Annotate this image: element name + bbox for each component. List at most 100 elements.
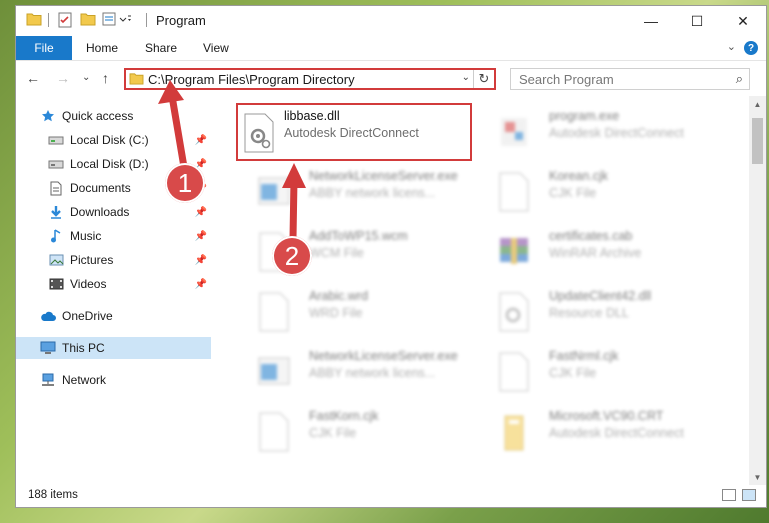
- customize-toolbar-icon[interactable]: [102, 12, 132, 26]
- ribbon-collapse-icon[interactable]: ⌄: [727, 40, 736, 53]
- new-folder-icon[interactable]: [80, 12, 96, 26]
- pin-icon: 📌: [194, 278, 207, 290]
- search-icon[interactable]: ⌕: [736, 71, 743, 87]
- address-bar[interactable]: C:\Program Files\Program Directory ⌄ ↻: [124, 68, 496, 90]
- blank-file-icon: [499, 352, 529, 392]
- sidebar-item-quick-access[interactable]: Quick access: [16, 105, 211, 127]
- back-button[interactable]: ←: [26, 70, 40, 86]
- tab-file[interactable]: File: [16, 36, 72, 60]
- file-type: Autodesk DirectConnect: [549, 126, 684, 140]
- close-button[interactable]: ✕: [720, 6, 766, 36]
- sidebar-item-music[interactable]: Music 📌: [16, 225, 211, 247]
- file-type: WRD File: [309, 306, 363, 320]
- file-type: Resource DLL: [549, 306, 629, 320]
- sidebar-item-label: This PC: [62, 341, 105, 355]
- exe-icon: [501, 118, 527, 146]
- file-type: WCM File: [309, 246, 364, 260]
- item-count: 188 items: [28, 489, 78, 501]
- folder-icon: [504, 415, 524, 451]
- up-button[interactable]: ↑: [102, 70, 109, 86]
- navigation-bar: ← → ⌄ ↑ C:\Program Files\Program Directo…: [16, 61, 766, 95]
- recent-locations-button[interactable]: ⌄: [82, 72, 90, 83]
- sidebar-item-label: Quick access: [62, 109, 134, 123]
- file-type: ABBY network licens...: [309, 186, 436, 200]
- file-item-korean-cjk[interactable]: Korean.cjk CJK File: [491, 166, 731, 218]
- folder-icon: [129, 73, 144, 85]
- sidebar-item-videos[interactable]: Videos 📌: [16, 273, 211, 295]
- qa-properties: [58, 12, 72, 28]
- download-icon: [48, 204, 64, 220]
- sidebar-item-downloads[interactable]: Downloads 📌: [16, 201, 211, 223]
- sidebar-item-network[interactable]: Network: [16, 369, 211, 391]
- file-item-certificates-cab[interactable]: certificates.cab WinRAR Archive: [491, 226, 731, 278]
- file-type: CJK File: [549, 186, 597, 200]
- toolbar-separator: [146, 13, 147, 27]
- computer-icon: [40, 340, 56, 356]
- file-name: NetworkLicenseServer.exe: [309, 349, 458, 363]
- file-item-libbase-dll[interactable]: libbase.dll Autodesk DirectConnect: [236, 103, 472, 161]
- properties-icon[interactable]: [58, 12, 72, 28]
- quick-access-toolbar: [26, 12, 42, 26]
- music-icon: [48, 228, 64, 244]
- videos-icon: [48, 276, 64, 292]
- sidebar-item-label: Documents: [70, 181, 131, 195]
- pictures-icon: [48, 252, 64, 268]
- file-item-fastkorn-cjk[interactable]: FastKorn.cjk CJK File: [251, 406, 491, 458]
- sidebar-item-label: Music: [70, 229, 102, 243]
- file-name: UpdateClient42.dll: [549, 289, 652, 303]
- file-type: CJK File: [549, 366, 597, 380]
- search-box[interactable]: Search Program ⌕: [510, 68, 750, 90]
- dll-gear-icon: [499, 292, 529, 332]
- minimize-button[interactable]: —: [628, 6, 674, 36]
- star-icon: [40, 108, 56, 124]
- file-item-microsoft-vc90-crt[interactable]: Microsoft.VC90.CRT Autodesk DirectConnec…: [491, 406, 731, 458]
- network-icon: [40, 372, 56, 388]
- winrar-icon: [500, 238, 528, 264]
- sidebar-item-label: Local Disk (C:): [70, 133, 149, 147]
- address-path[interactable]: C:\Program Files\Program Directory: [148, 72, 355, 87]
- scroll-thumb[interactable]: [752, 118, 763, 164]
- tab-home[interactable]: Home: [86, 36, 118, 60]
- pin-icon: 📌: [194, 206, 207, 218]
- navigation-pane: Quick access Local Disk (C:) 📌 Local Dis…: [16, 96, 211, 486]
- folder-icon[interactable]: [26, 12, 42, 26]
- refresh-button[interactable]: ↻: [473, 70, 494, 88]
- file-item-networklicenseserver-exe[interactable]: NetworkLicenseServer.exe ABBY network li…: [251, 166, 491, 218]
- sidebar-item-local-disk-c[interactable]: Local Disk (C:) 📌: [16, 129, 211, 151]
- maximize-button[interactable]: ☐: [674, 6, 720, 36]
- address-dropdown-icon[interactable]: ⌄: [462, 72, 470, 83]
- pin-icon: 📌: [194, 134, 207, 146]
- file-type: CJK File: [309, 426, 357, 440]
- qa-new-folder: [80, 12, 96, 26]
- blank-file-icon: [259, 412, 289, 452]
- details-view-icon[interactable]: [722, 489, 736, 501]
- search-input[interactable]: Search Program: [519, 72, 614, 87]
- drive-icon: [48, 156, 64, 172]
- file-name: Arabic.wrd: [309, 289, 369, 303]
- sidebar-item-label: OneDrive: [62, 309, 113, 323]
- vertical-scrollbar[interactable]: ▲ ▼: [749, 96, 766, 486]
- file-item-arabic-wrd[interactable]: Arabic.wrd WRD File: [251, 286, 491, 338]
- file-name: NetworkLicenseServer.exe: [309, 169, 458, 183]
- forward-button[interactable]: →: [56, 70, 70, 86]
- scroll-up-icon[interactable]: ▲: [749, 96, 766, 113]
- scroll-down-icon[interactable]: ▼: [749, 469, 766, 486]
- help-button[interactable]: ?: [744, 41, 758, 55]
- blank-file-icon: [499, 172, 529, 212]
- pin-icon: 📌: [194, 254, 207, 266]
- file-item-program-exe[interactable]: program.exe Autodesk DirectConnect: [491, 106, 731, 158]
- sidebar-item-pictures[interactable]: Pictures 📌: [16, 249, 211, 271]
- tab-share[interactable]: Share: [145, 36, 177, 60]
- sidebar-item-onedrive[interactable]: OneDrive: [16, 305, 211, 327]
- file-item-fastnrml-cjk[interactable]: FastNrml.cjk CJK File: [491, 346, 731, 398]
- sidebar-item-label: Videos: [70, 277, 107, 291]
- file-name: Microsoft.VC90.CRT: [549, 409, 664, 423]
- file-type: Autodesk DirectConnect: [284, 126, 419, 140]
- large-icons-view-icon[interactable]: [742, 489, 756, 501]
- file-type: Autodesk DirectConnect: [549, 426, 684, 440]
- sidebar-item-this-pc[interactable]: This PC: [16, 337, 211, 359]
- file-item-updateclient42-dll[interactable]: UpdateClient42.dll Resource DLL: [491, 286, 731, 338]
- file-item-networklicenseserver-exe-2[interactable]: NetworkLicenseServer.exe ABBY network li…: [251, 346, 491, 398]
- tab-view[interactable]: View: [203, 36, 229, 60]
- drive-icon: [48, 132, 64, 148]
